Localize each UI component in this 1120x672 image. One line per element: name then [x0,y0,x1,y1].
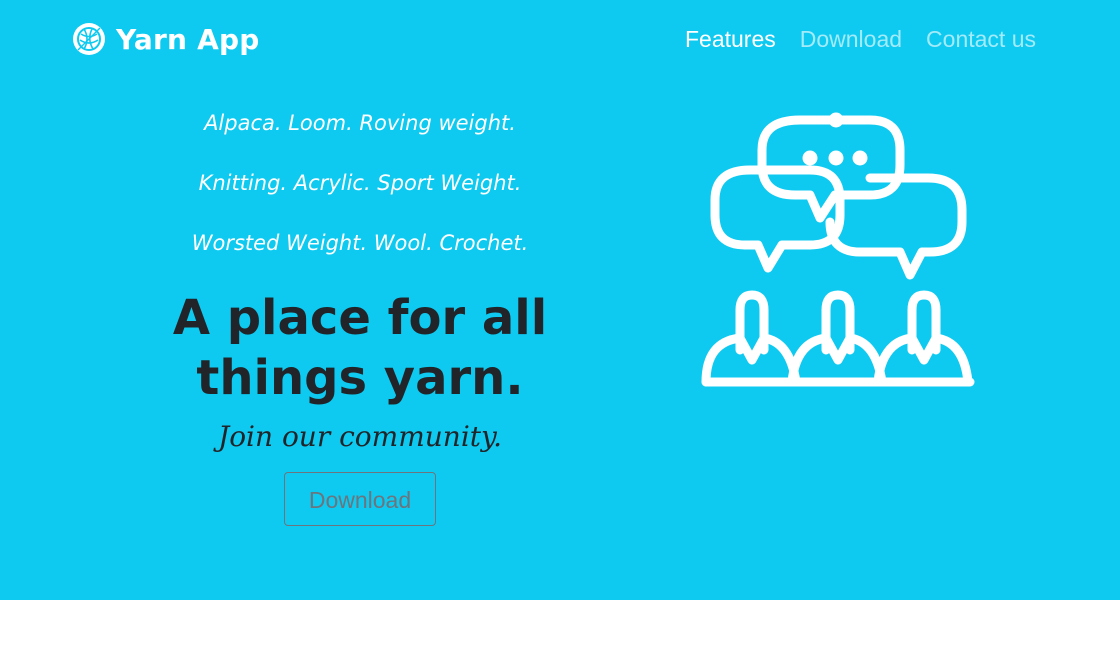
download-button[interactable]: Download [284,472,436,526]
nav-link-features[interactable]: Features [685,24,776,54]
community-chat-icon [701,112,975,387]
content-section [0,600,1120,672]
hero-headline: A place for all things yarn. [172,290,548,406]
hero-subheading: Join our community. [217,420,503,453]
hero-text-column: Alpaca. Loom. Roving weight. Knitting. A… [160,100,560,526]
nav-link-download[interactable]: Download [800,24,902,54]
tagline-3: Worsted Weight. Wool. Crochet. [191,231,529,255]
brand-link[interactable]: Yarn App [72,20,259,58]
tagline-1: Alpaca. Loom. Roving weight. [204,111,516,135]
hero-section: Yarn App Features Download Contact us Al… [0,0,1120,600]
nav-link-contact[interactable]: Contact us [926,24,1036,54]
yarn-ball-icon [73,23,105,55]
tagline-2: Knitting. Acrylic. Sport Weight. [198,171,522,195]
brand-name: Yarn App [116,22,260,56]
top-nav: Features Download Contact us [685,24,1036,54]
